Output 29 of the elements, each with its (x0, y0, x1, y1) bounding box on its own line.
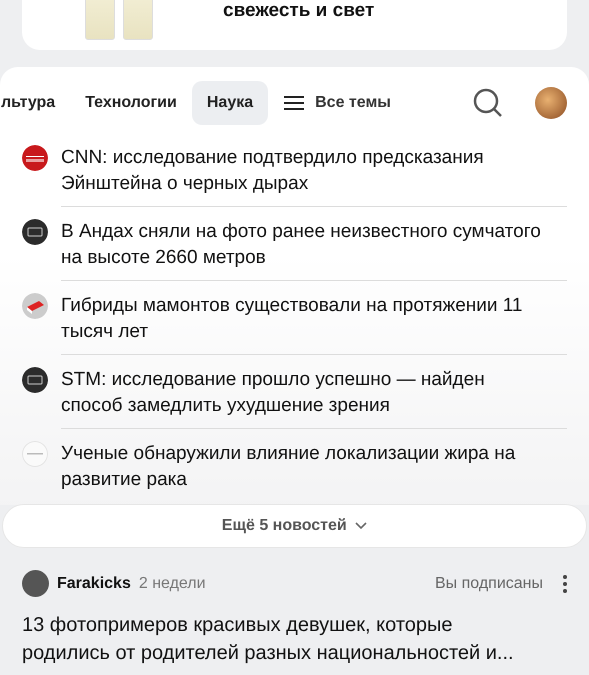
tab[interactable]: Технологии (70, 81, 192, 125)
news-headline-link[interactable]: В Андах сняли на фото ранее неизвестного сумчатого на высоте 2660 метров (61, 219, 567, 271)
promo-title: свежесть и свет (223, 0, 374, 22)
more-news-button[interactable]: Ещё 5 новостей (2, 504, 587, 548)
menu-icon (283, 95, 306, 111)
chevron-down-icon (355, 522, 368, 530)
source-logo-icon (22, 293, 48, 319)
tab[interactable]: Наука (192, 81, 268, 125)
subscribed-status[interactable]: Вы подписаны (435, 572, 543, 596)
post-title[interactable]: 13 фотопримеров красивых девушек, которые родились от родителей разных национальностей и... (0, 597, 589, 667)
news-headline-link[interactable]: STM: исследование прошло успешно — найден способ замедлить ухудшение зрения (61, 367, 567, 419)
post-time: 2 недели (138, 574, 206, 594)
promo-card[interactable]: свежесть и свет (22, 0, 567, 50)
product-photo-placeholder (123, 0, 153, 40)
search-icon[interactable] (473, 88, 503, 118)
avatar[interactable] (535, 87, 567, 119)
author-name[interactable]: Farakicks (57, 572, 131, 596)
news-headline-link[interactable]: Ученые обнаружили влияние локализации жира на развитие рака (61, 441, 567, 493)
tab[interactable]: льтура (0, 81, 70, 125)
source-logo-icon (22, 367, 48, 393)
source-logo-icon (22, 219, 48, 245)
product-photo-placeholder (85, 0, 115, 40)
author-avatar[interactable] (22, 570, 49, 597)
source-logo-icon (22, 145, 48, 171)
source-logo-icon (22, 441, 48, 467)
more-options-icon[interactable] (563, 574, 567, 592)
news-headline-link[interactable]: CNN: исследование подтвердило предсказания Эйнштейна о черных дырах (61, 145, 567, 197)
news-headline-link[interactable]: Гибриды мамонтов существовали на протяжении 11 тысяч лет (61, 293, 567, 345)
all-topics-tab[interactable]: Все темы (268, 81, 406, 125)
